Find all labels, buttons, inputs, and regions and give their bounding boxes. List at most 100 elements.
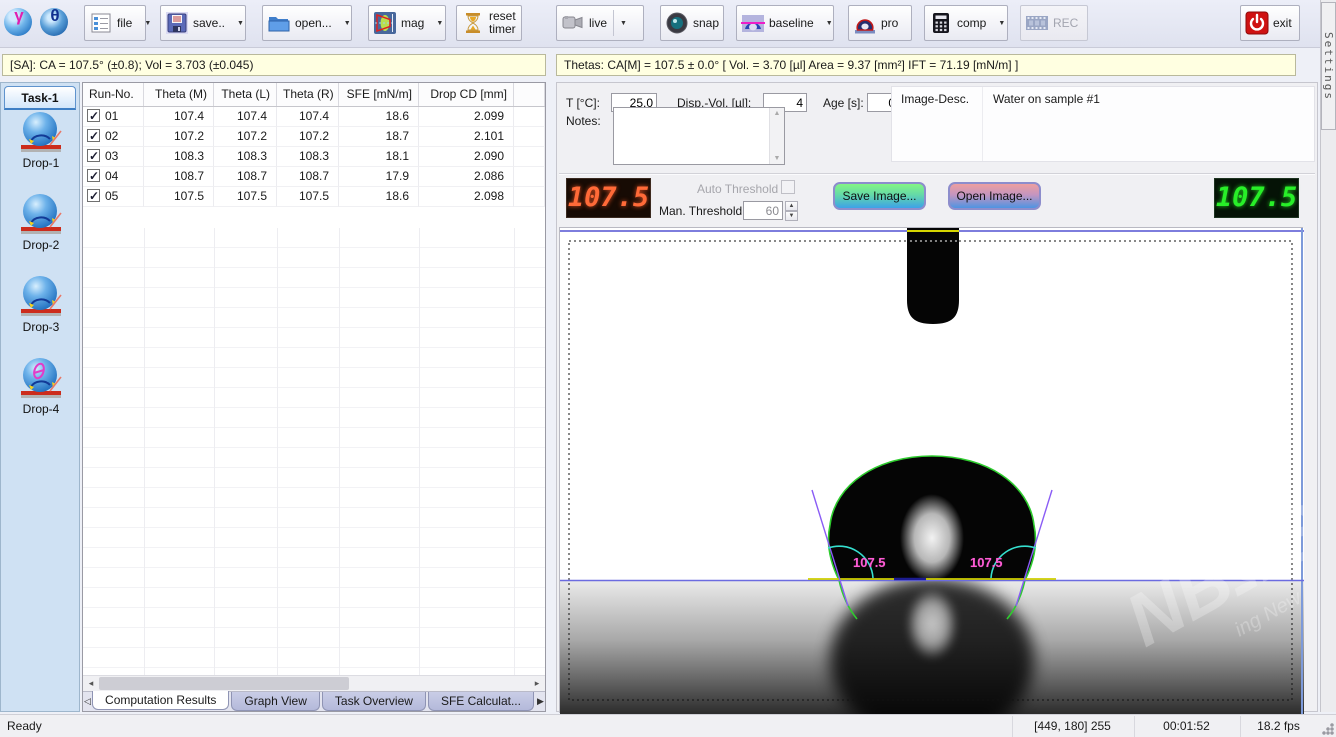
- scroll-right-icon[interactable]: ▸: [529, 676, 545, 691]
- notes-input[interactable]: ▲ ▼: [613, 107, 785, 165]
- open-button[interactable]: open... ▼: [262, 5, 352, 41]
- pro-button[interactable]: pro: [848, 5, 912, 41]
- table-row[interactable]: 04 108.7 108.7 108.7 17.9 2.086: [83, 167, 545, 187]
- measurement-panel: T [°C]: Disp.-Vol. [µl]: Age [s]: Notes:…: [556, 82, 1318, 712]
- man-threshold-label: Man. Threshold:: [659, 204, 746, 218]
- threshold-spinner[interactable]: ▲ ▼: [785, 201, 798, 221]
- save-icon: [165, 11, 189, 35]
- dropdown-arrow-icon[interactable]: ▼: [996, 20, 1007, 27]
- row-checkbox[interactable]: [87, 169, 100, 182]
- comp-button[interactable]: comp ▼: [924, 5, 1008, 41]
- sidebar-item-drop-4[interactable]: Drop-4: [1, 351, 81, 416]
- row-checkbox[interactable]: [87, 109, 100, 122]
- tab-graph-view[interactable]: Graph View: [231, 692, 319, 711]
- col-sfe[interactable]: SFE [mN/m]: [339, 83, 419, 106]
- tab-nav-left-icon[interactable]: ◁: [83, 692, 92, 711]
- cell: 108.3: [277, 147, 339, 167]
- table-row[interactable]: 01 107.4 107.4 107.4 18.6 2.099: [83, 107, 545, 127]
- snap-button[interactable]: snap: [660, 5, 724, 41]
- reset-timer-button[interactable]: reset timer: [456, 5, 522, 41]
- cell: 108.3: [214, 147, 277, 167]
- status-bar: Ready [449, 180] 255 00:01:52 18.2 fps: [0, 714, 1336, 737]
- cell: 108.3: [144, 147, 214, 167]
- dropdown-arrow-icon[interactable]: ▼: [342, 20, 353, 27]
- angle-display-right: 107.5: [1214, 178, 1299, 218]
- file-button[interactable]: file ▼: [84, 5, 146, 41]
- mag-button-label: mag: [401, 17, 424, 30]
- mag-button[interactable]: mag ▼: [368, 5, 446, 41]
- open-image-button[interactable]: Open Image...: [948, 182, 1041, 210]
- row-checkbox[interactable]: [87, 129, 100, 142]
- empty-grid-rows: [83, 228, 545, 675]
- drop-2-label: Drop-2: [1, 238, 81, 252]
- table-row[interactable]: 02 107.2 107.2 107.2 18.7 2.101: [83, 127, 545, 147]
- scroll-down-icon[interactable]: ▼: [770, 155, 784, 162]
- tab-task-overview[interactable]: Task Overview: [322, 692, 426, 711]
- horizontal-scrollbar[interactable]: ◂ ▸: [83, 675, 545, 691]
- cell: 107.2: [277, 127, 339, 147]
- sa-status-text: [SA]: CA = 107.5° (±0.8); Vol = 3.703 (±…: [10, 58, 253, 72]
- tab-settings[interactable]: Settings: [1321, 2, 1336, 130]
- man-threshold-field[interactable]: [743, 201, 783, 220]
- pro-button-label: pro: [881, 17, 898, 30]
- save-button[interactable]: save.. ▼: [160, 5, 246, 41]
- cell: 17.9: [339, 167, 419, 187]
- dropdown-arrow-icon[interactable]: ▼: [618, 20, 629, 27]
- separator: [613, 10, 614, 36]
- drop-image: NBΩS ing New Boundaries: [560, 228, 1304, 714]
- col-theta-m[interactable]: Theta (M): [144, 83, 214, 106]
- row-checkbox[interactable]: [87, 189, 100, 202]
- cell: 2.101: [419, 127, 514, 147]
- cell: 18.7: [339, 127, 419, 147]
- spin-down-icon[interactable]: ▼: [785, 211, 798, 221]
- drop-theta-icon: [17, 351, 65, 401]
- save-image-button[interactable]: Save Image...: [833, 182, 926, 210]
- col-drop-cd[interactable]: Drop CD [mm]: [419, 83, 514, 106]
- camera-view[interactable]: NBΩS ing New Boundaries 107.5 107.5: [559, 227, 1303, 713]
- col-theta-r[interactable]: Theta (R): [277, 83, 339, 106]
- dropdown-arrow-icon[interactable]: ▼: [235, 20, 246, 27]
- spin-up-icon[interactable]: ▲: [785, 201, 798, 211]
- image-description-panel[interactable]: Image-Desc. Water on sample #1: [891, 86, 1315, 162]
- tab-nav-right-icon[interactable]: ▶: [536, 692, 545, 711]
- scroll-up-icon[interactable]: ▲: [770, 110, 784, 117]
- sidebar-item-drop-2[interactable]: Drop-2: [1, 187, 81, 252]
- app-window: γ θ file ▼ save..: [0, 0, 1336, 737]
- col-run-no[interactable]: Run-No.: [83, 83, 144, 106]
- cell: 108.7: [214, 167, 277, 187]
- run-no: 01: [105, 109, 118, 123]
- table-row[interactable]: 03 108.3 108.3 108.3 18.1 2.090: [83, 147, 545, 167]
- col-filler: [514, 83, 545, 106]
- resize-grip[interactable]: [1322, 723, 1334, 735]
- exit-button-label: exit: [1273, 17, 1292, 30]
- pro-drop-icon: [853, 11, 877, 35]
- notes-scrollbar[interactable]: ▲ ▼: [769, 108, 784, 164]
- cell: 108.7: [144, 167, 214, 187]
- scroll-left-icon[interactable]: ◂: [83, 676, 99, 691]
- thetas-status-text: Thetas: CA[M] = 107.5 ± 0.0° [ Vol. = 3.…: [564, 58, 1018, 72]
- dropdown-arrow-icon[interactable]: ▼: [824, 20, 835, 27]
- scrollbar-thumb[interactable]: [99, 677, 349, 690]
- auto-threshold-checkbox[interactable]: [781, 180, 795, 194]
- baseline-button[interactable]: baseline ▼: [736, 5, 834, 41]
- table-row[interactable]: 05 107.5 107.5 107.5 18.6 2.098: [83, 187, 545, 207]
- cell: 2.099: [419, 107, 514, 127]
- col-theta-l[interactable]: Theta (L): [214, 83, 277, 106]
- sidebar-item-drop-1[interactable]: Drop-1: [1, 105, 81, 170]
- run-no: 04: [105, 169, 118, 183]
- live-button[interactable]: live ▼: [556, 5, 644, 41]
- status-fps: 18.2 fps: [1240, 716, 1316, 737]
- tab-computation-results[interactable]: Computation Results: [92, 691, 229, 710]
- status-elapsed-time: 00:01:52: [1134, 716, 1238, 737]
- dropdown-arrow-icon[interactable]: ▼: [434, 20, 445, 27]
- sidebar-item-drop-3[interactable]: Drop-3: [1, 269, 81, 334]
- exit-button[interactable]: exit: [1240, 5, 1300, 41]
- tab-sfe-calculator[interactable]: SFE Calculat...: [428, 692, 534, 711]
- contact-angle-right-label: 107.5: [970, 555, 1003, 570]
- magnification-icon: [373, 11, 397, 35]
- dropdown-arrow-icon[interactable]: ▼: [142, 20, 153, 27]
- cell: 2.086: [419, 167, 514, 187]
- cell: 18.6: [339, 187, 419, 207]
- main-toolbar: γ θ file ▼ save..: [0, 0, 1336, 48]
- row-checkbox[interactable]: [87, 149, 100, 162]
